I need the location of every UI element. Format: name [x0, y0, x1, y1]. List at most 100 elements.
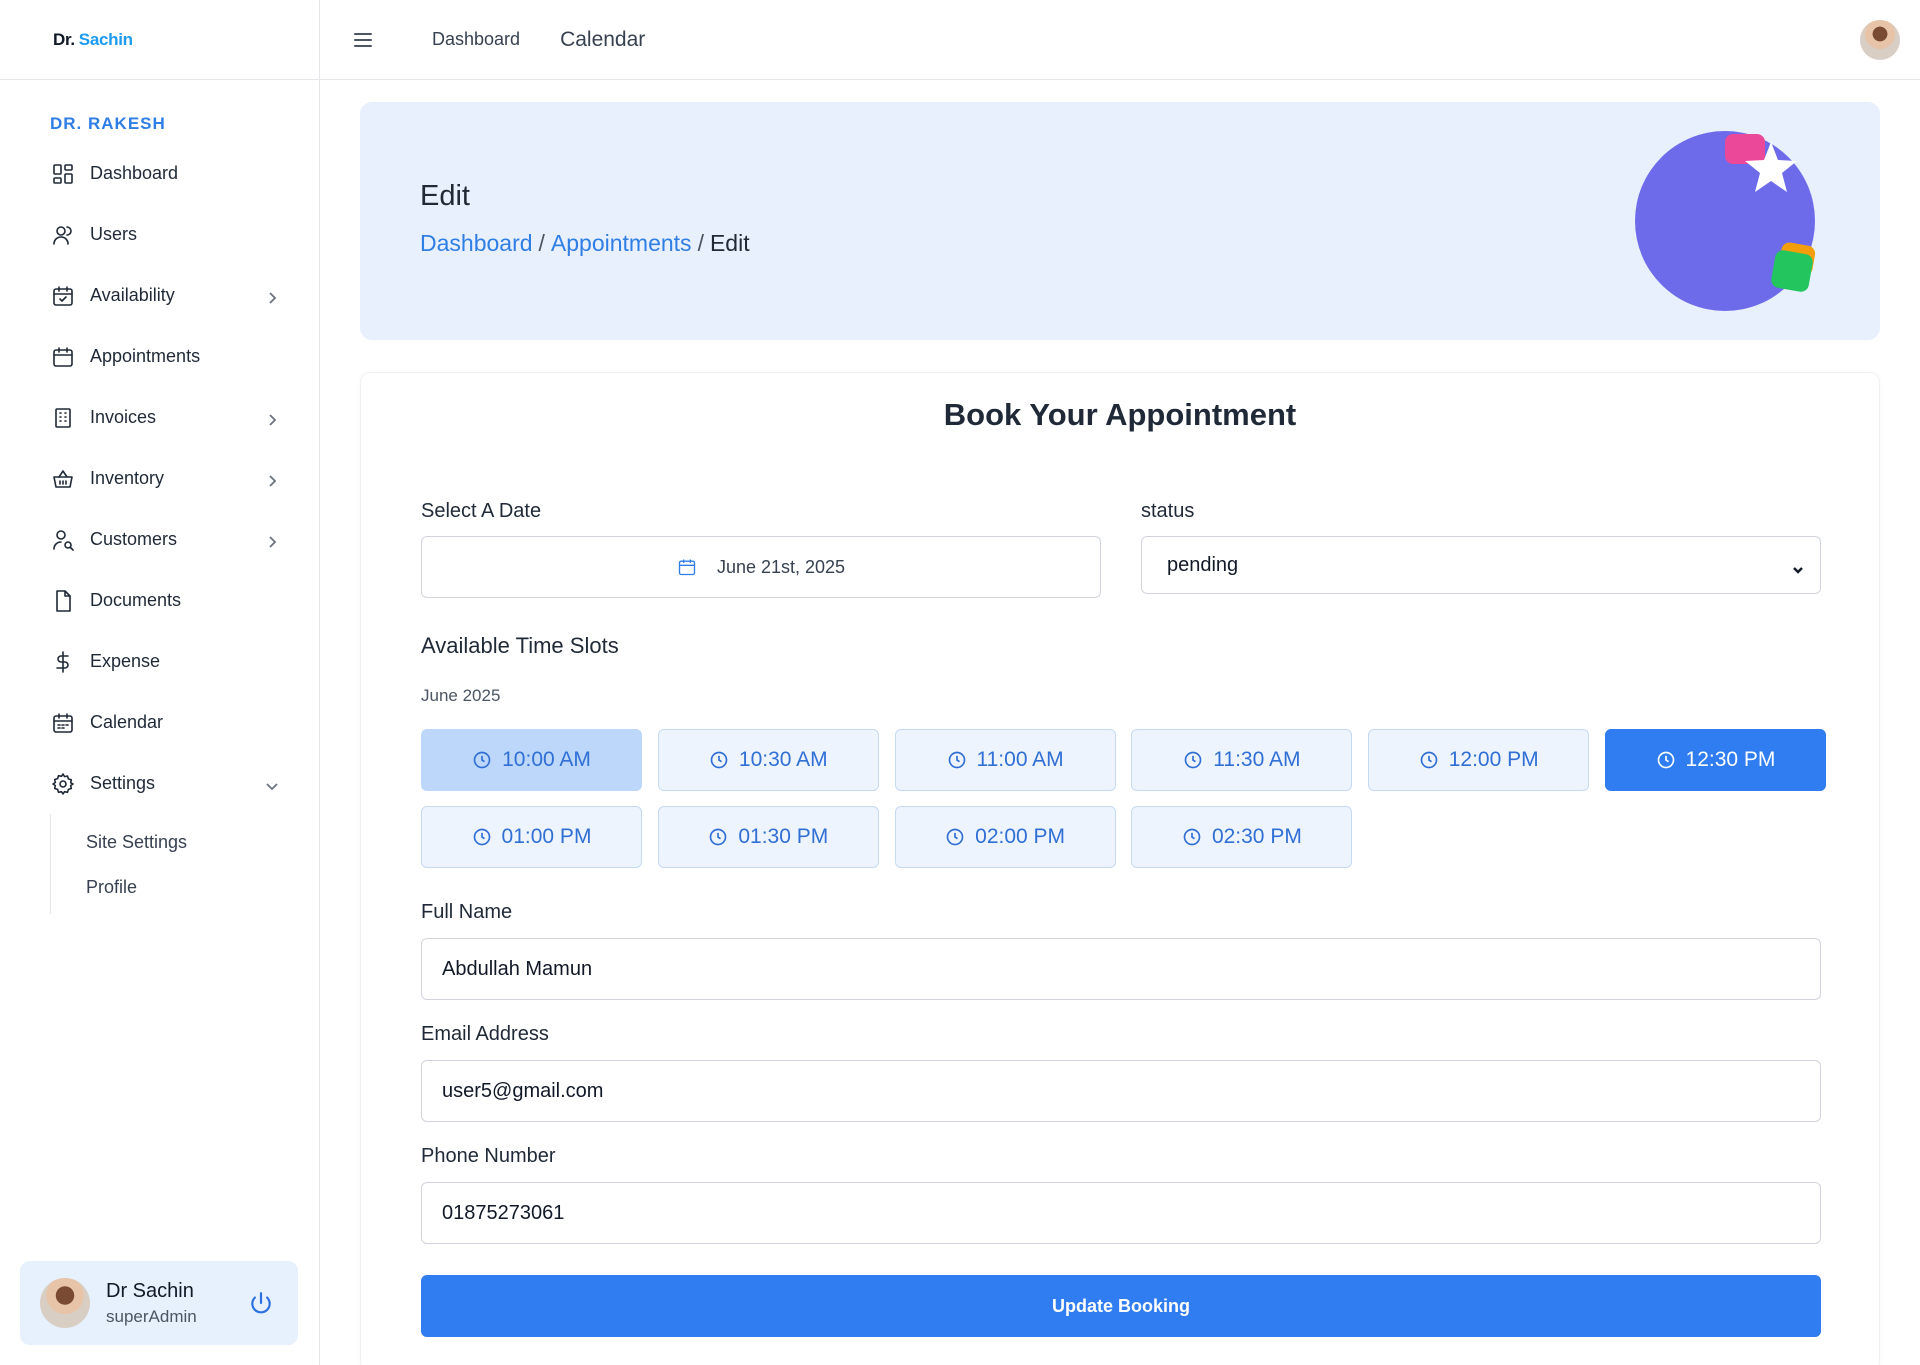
building-icon [50, 405, 76, 431]
time-slot[interactable]: 02:00 PM [894, 806, 1116, 868]
chevron-right-icon [265, 472, 279, 487]
email-input[interactable]: user5@gmail.com [421, 1060, 1821, 1122]
chevron-down-icon [1792, 559, 1804, 574]
breadcrumb-dashboard[interactable]: Dashboard [420, 230, 533, 256]
sidebar-item-availability[interactable]: Availability [0, 265, 319, 326]
avatar [40, 1278, 90, 1328]
breadcrumb-separator: / [538, 230, 545, 256]
sidebar-item-inventory[interactable]: Inventory [0, 448, 319, 509]
clock-icon [710, 828, 727, 846]
user-search-icon [50, 527, 76, 553]
user-card: Dr Sachin superAdmin [20, 1261, 298, 1345]
basket-icon [50, 466, 76, 492]
breadcrumb-appointments[interactable]: Appointments [551, 230, 692, 256]
dashboard-grid-icon [50, 161, 76, 187]
topbar-link-dashboard[interactable]: Dashboard [432, 29, 520, 50]
date-label: Select A Date [421, 500, 542, 522]
status-label: status [1141, 500, 1195, 522]
hamburger-menu-icon[interactable] [352, 28, 376, 52]
clock-icon [1657, 751, 1674, 769]
document-icon [50, 588, 76, 614]
sidebar-item-label: Documents [90, 590, 182, 610]
sidebar-item-label: Dashboard [90, 163, 179, 183]
sidebar-item-label: Availability [90, 285, 175, 305]
gear-icon [50, 771, 76, 797]
full-name-input[interactable]: Abdullah Mamun [421, 938, 1821, 1000]
sidebar: Dr. Sachin DR. RAKESH Dashboard Users Av… [0, 0, 320, 1365]
slots-month: June 2025 [421, 686, 501, 705]
settings-subnav: Site Settings Profile [50, 814, 319, 914]
phone-input[interactable]: 01875273061 [421, 1182, 1821, 1244]
time-slot[interactable]: 10:00 AM [421, 729, 642, 791]
sidebar-item-users[interactable]: Users [0, 204, 319, 265]
sidebar-item-documents[interactable]: Documents [0, 570, 319, 631]
time-slot[interactable]: 12:00 PM [1368, 729, 1590, 791]
time-slot-label: 11:00 AM [976, 748, 1064, 771]
time-slot[interactable]: 11:00 AM [894, 729, 1116, 791]
sidebar-subitem-site-settings[interactable]: Site Settings [51, 820, 319, 865]
calendar-days-icon [50, 710, 76, 736]
time-slot-label: 10:30 AM [738, 748, 828, 771]
brand-logo[interactable]: Dr. Sachin [0, 0, 319, 80]
brand-part1: Dr. [53, 29, 75, 49]
sidebar-item-label: Inventory [90, 468, 165, 488]
time-slot-label: 11:30 AM [1213, 748, 1301, 771]
calendar-icon [678, 559, 696, 576]
chevron-right-icon [265, 289, 279, 304]
chevron-right-icon [265, 533, 279, 548]
clock-icon [710, 751, 728, 769]
breadcrumb-separator: / [697, 230, 704, 256]
time-slot[interactable]: 02:30 PM [1131, 806, 1353, 868]
date-value: June 21st, 2025 [716, 556, 846, 577]
time-slot[interactable]: 11:30 AM [1131, 729, 1353, 791]
time-slot-label: 10:00 AM [502, 748, 591, 771]
time-slot-label: 02:30 PM [1211, 825, 1302, 848]
chevron-down-icon [265, 777, 279, 791]
topbar: Dashboard Calendar [320, 0, 1920, 80]
sidebar-item-dashboard[interactable]: Dashboard [0, 143, 319, 204]
sidebar-item-appointments[interactable]: Appointments [0, 326, 319, 387]
sidebar-subitem-profile[interactable]: Profile [51, 865, 319, 910]
time-slot[interactable]: 01:00 PM [421, 806, 642, 868]
form-title: Book Your Appointment [943, 397, 1297, 432]
top-avatar[interactable] [1860, 20, 1900, 60]
breadcrumb: Dashboard / Appointments / Edit [420, 230, 750, 257]
time-slot-selected[interactable]: 12:30 PM [1604, 729, 1826, 791]
sidebar-item-label: Users [90, 224, 138, 244]
time-slot-label: 12:00 PM [1448, 748, 1539, 771]
clock-icon [473, 828, 490, 846]
sidebar-item-customers[interactable]: Customers [0, 509, 319, 570]
page-header-banner: Edit Dashboard / Appointments / Edit [360, 102, 1880, 340]
full-name-label: Full Name [421, 901, 513, 923]
status-select[interactable]: pending [1141, 536, 1821, 594]
clock-icon [948, 751, 965, 769]
time-slot-grid: 10:00 AM 10:30 AM 11:00 AM 11:30 AM 12:0… [421, 729, 1826, 868]
topbar-link-calendar[interactable]: Calendar [560, 28, 645, 52]
banner-illustration [1635, 131, 1816, 311]
breadcrumb-current: Edit [709, 230, 750, 256]
calendar-icon [50, 344, 76, 370]
time-slots-title: Available Time Slots [421, 633, 619, 658]
time-slot-label: 12:30 PM [1685, 748, 1776, 771]
chevron-right-icon [265, 411, 279, 426]
sidebar-item-label: Customers [90, 529, 178, 549]
sidebar-item-expense[interactable]: Expense [0, 631, 319, 692]
brand-part2: Sachin [78, 29, 133, 49]
logout-power-icon[interactable] [248, 1290, 274, 1316]
time-slot-label: 02:00 PM [975, 825, 1066, 848]
phone-label: Phone Number [421, 1145, 556, 1167]
sidebar-section-title: DR. RAKESH [50, 114, 166, 133]
sidebar-nav: Dashboard Users Availability Appointment… [0, 143, 319, 914]
sidebar-item-label: Settings [90, 773, 156, 793]
sidebar-item-invoices[interactable]: Invoices [0, 387, 319, 448]
clock-icon [473, 751, 491, 769]
calendar-check-icon [50, 283, 76, 309]
sidebar-item-calendar[interactable]: Calendar [0, 692, 319, 753]
time-slot[interactable]: 10:30 AM [657, 729, 879, 791]
date-picker[interactable]: June 21st, 2025 [421, 536, 1101, 598]
sidebar-item-settings[interactable]: Settings [0, 753, 319, 814]
clock-icon [1184, 751, 1202, 769]
time-slot[interactable]: 01:30 PM [657, 806, 879, 868]
update-booking-button[interactable]: Update Booking [421, 1275, 1821, 1337]
clock-icon [1183, 828, 1201, 846]
